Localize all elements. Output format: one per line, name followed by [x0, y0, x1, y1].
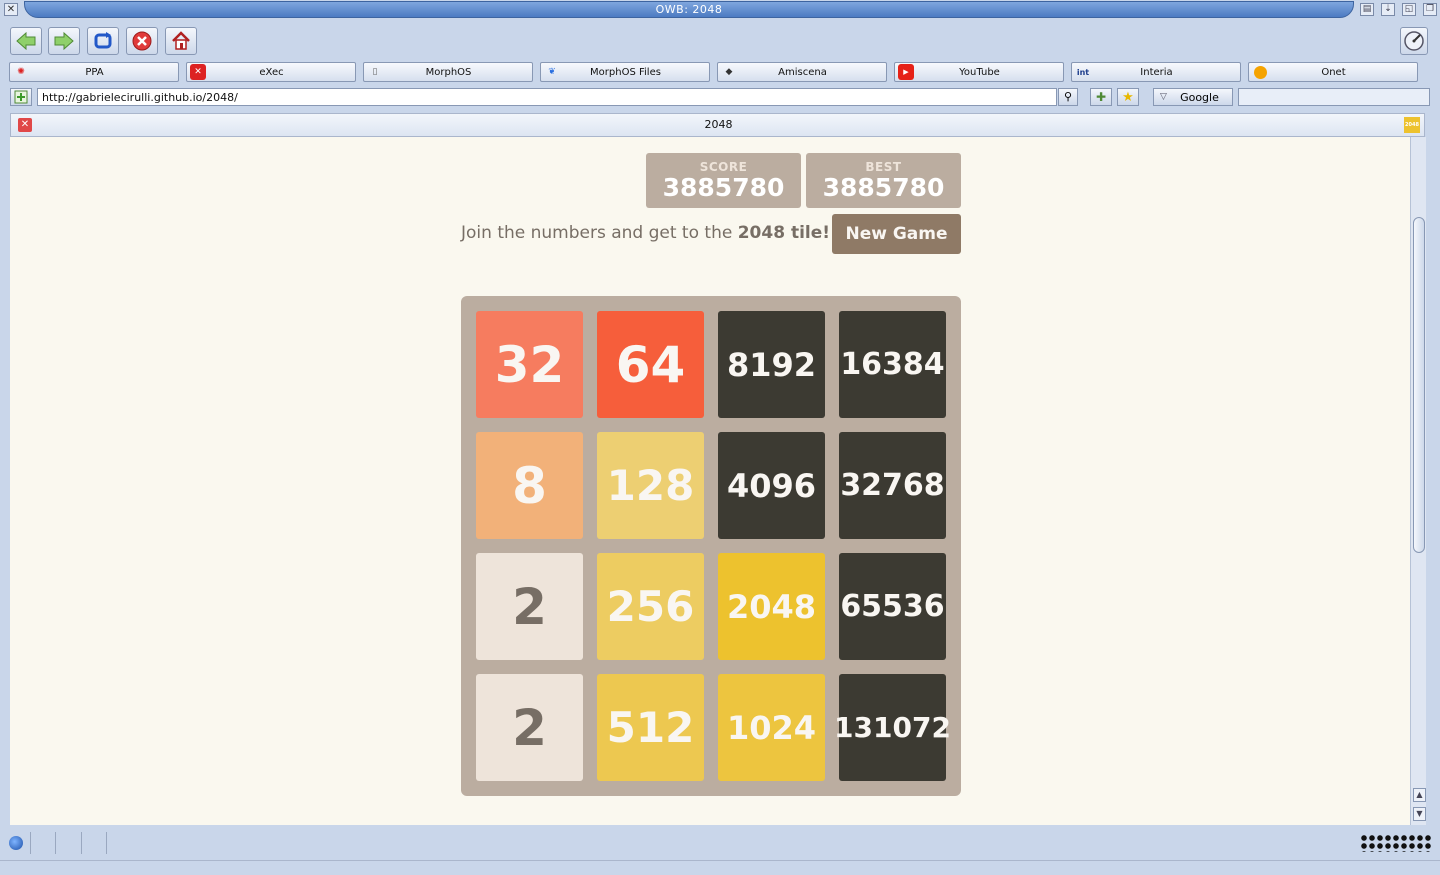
- exec-icon: ✕: [190, 64, 206, 80]
- game-intro: Join the numbers and get to the 2048 til…: [461, 223, 831, 243]
- reload-button[interactable]: [87, 27, 119, 55]
- tile: 2: [476, 674, 583, 781]
- score-label: SCORE: [699, 160, 748, 174]
- back-arrow-icon: [16, 31, 36, 51]
- tile: 65536: [839, 553, 946, 660]
- bookmark-youtube[interactable]: ▶ YouTube: [894, 62, 1064, 82]
- tile: 16384: [839, 311, 946, 418]
- stop-button[interactable]: [126, 27, 158, 55]
- activity-indicator[interactable]: [1400, 27, 1428, 55]
- tile: 32768: [839, 432, 946, 539]
- url-go-button[interactable]: ⚲: [1058, 88, 1078, 106]
- home-icon: [172, 31, 190, 50]
- best-value: 3885780: [822, 173, 945, 202]
- magnifier-icon: ⚲: [1063, 90, 1073, 103]
- chevron-down-icon: ▽: [1160, 92, 1167, 102]
- tab-favicon: 2048: [1404, 117, 1420, 133]
- document-icon: ▯: [372, 67, 378, 77]
- home-button[interactable]: [165, 27, 197, 55]
- tile: 32: [476, 311, 583, 418]
- vertical-scrollbar[interactable]: ▲ ▼: [1410, 137, 1426, 825]
- window-depth-button[interactable]: ❐: [1423, 3, 1437, 16]
- tab-title: 2048: [704, 118, 733, 131]
- bookmark-interia[interactable]: int Interia: [1071, 62, 1241, 82]
- reload-icon: [94, 32, 112, 49]
- tile: 128: [597, 432, 704, 539]
- status-bar: [0, 828, 1440, 860]
- forward-button[interactable]: [48, 27, 80, 55]
- bookmark-ppa[interactable]: ✺ PPA: [9, 62, 179, 82]
- star-plus-icon: ✚: [1095, 90, 1107, 104]
- tile: 8: [476, 432, 583, 539]
- page-viewport[interactable]: SCORE 3885780 BEST 3885780 Join the numb…: [10, 137, 1410, 825]
- window-bottom-border[interactable]: [0, 860, 1440, 875]
- scroll-down-arrow[interactable]: ▼: [1413, 807, 1426, 821]
- tile: 2048: [718, 553, 825, 660]
- star-icon: ★: [1122, 89, 1134, 105]
- interia-icon: int: [1076, 67, 1090, 77]
- bookmark-morphos-files[interactable]: ❦ MorphOS Files: [540, 62, 710, 82]
- status-divider: [106, 832, 107, 854]
- bookmark-exec[interactable]: ✕ eXec: [186, 62, 356, 82]
- status-divider: [81, 832, 82, 854]
- youtube-icon: ▶: [898, 64, 914, 80]
- scroll-up-arrow[interactable]: ▲: [1413, 788, 1426, 802]
- game-board: 32 64 8192 16384 8 128 4096 32768 2 256 2048 65536 2…: [461, 296, 961, 796]
- tile: 512: [597, 674, 704, 781]
- status-divider: [30, 832, 31, 854]
- search-engine-select[interactable]: ▽ Google: [1153, 88, 1233, 106]
- forward-arrow-icon: [54, 31, 74, 51]
- best-box: BEST 3885780: [806, 153, 961, 208]
- score-value: 3885780: [662, 173, 785, 202]
- tile: 2: [476, 553, 583, 660]
- tile: 256: [597, 553, 704, 660]
- tile: 64: [597, 311, 704, 418]
- search-input[interactable]: [1238, 88, 1430, 106]
- favorites-button[interactable]: ★: [1117, 88, 1139, 106]
- add-favorite-button[interactable]: ✚: [1090, 88, 1112, 106]
- bookmark-amiscena[interactable]: ◆ Amiscena: [717, 62, 887, 82]
- plus-icon: [14, 90, 28, 104]
- window-snapshot-button[interactable]: ⇣: [1381, 3, 1395, 16]
- onet-icon: [1252, 64, 1268, 80]
- new-game-button[interactable]: New Game: [832, 214, 961, 254]
- bookmark-morphos[interactable]: ▯ MorphOS: [363, 62, 533, 82]
- window-title-bar[interactable]: ✕ OWB: 2048 ▤ ⇣ ◱ ❐: [0, 0, 1440, 19]
- window-zoom-button[interactable]: ◱: [1402, 3, 1416, 16]
- ppa-icon: ✺: [17, 67, 25, 77]
- window-title: OWB: 2048: [655, 3, 723, 16]
- loading-dots-icon: [1360, 834, 1432, 852]
- globe-icon: [9, 836, 23, 850]
- bookmarks-bar: ✺ PPA ✕ eXec ▯ MorphOS ❦ MorphOS Files ◆…: [0, 61, 1440, 83]
- best-label: BEST: [865, 160, 902, 174]
- add-bookmark-button[interactable]: [10, 88, 32, 106]
- navigation-toolbar: [0, 19, 1440, 61]
- tile: 1024: [718, 674, 825, 781]
- tab-2048[interactable]: ✕ 2048 2048: [10, 113, 1425, 137]
- tile: 8192: [718, 311, 825, 418]
- scrollbar-thumb[interactable]: [1413, 217, 1425, 553]
- amiscena-icon: ◆: [725, 67, 733, 77]
- status-divider: [55, 832, 56, 854]
- url-input[interactable]: [37, 88, 1057, 106]
- address-row: ⚲ ✚ ★ ▽ Google: [0, 86, 1440, 108]
- compass-icon: [1404, 31, 1424, 51]
- butterfly-icon: ❦: [548, 67, 556, 77]
- bookmark-onet[interactable]: Onet: [1248, 62, 1418, 82]
- score-box: SCORE 3885780: [646, 153, 801, 208]
- stop-icon: [132, 31, 152, 51]
- back-button[interactable]: [10, 27, 42, 55]
- tile: 131072: [834, 674, 951, 781]
- window-iconify-button[interactable]: ▤: [1360, 3, 1374, 16]
- tile: 4096: [718, 432, 825, 539]
